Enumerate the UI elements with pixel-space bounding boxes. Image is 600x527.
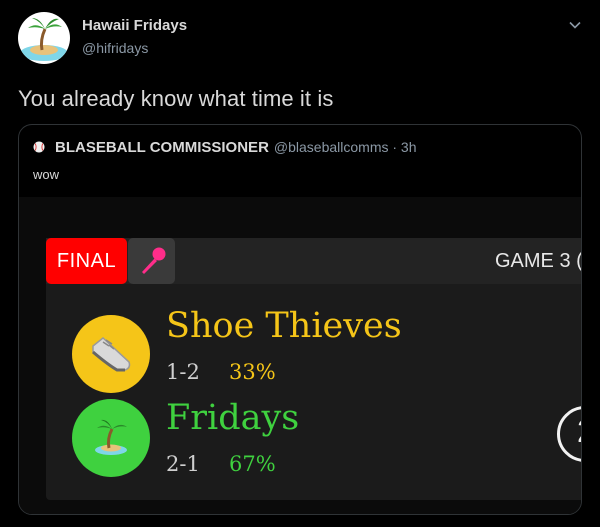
island-icon xyxy=(20,18,68,61)
author-name[interactable]: Hawaii Fridays xyxy=(82,17,187,34)
team-name: Fridays xyxy=(166,398,300,438)
team-record: 1-2 xyxy=(166,360,200,384)
team-win-pct: 33% xyxy=(229,360,276,384)
quoted-tweet-text: wow xyxy=(33,167,60,182)
final-badge: FINAL xyxy=(46,238,127,284)
quoted-tweet-header: BLASEBALL COMMISSIONER @blaseballcomms ·… xyxy=(33,138,417,156)
author-avatar[interactable] xyxy=(18,12,70,64)
quoted-media-image[interactable]: FINAL GAME 3 ( Shoe Thieves 1-2 33% Frid… xyxy=(19,197,582,514)
team-record: 2-1 xyxy=(166,452,200,476)
microphone-icon xyxy=(141,247,165,274)
score-digit: 2 xyxy=(577,413,581,450)
tweet-text: You already know what time it is xyxy=(18,86,334,111)
quoted-tweet[interactable]: BLASEBALL COMMISSIONER @blaseballcomms ·… xyxy=(18,124,582,515)
game-card: FINAL GAME 3 ( Shoe Thieves 1-2 33% Frid… xyxy=(46,238,582,500)
island-icon xyxy=(95,419,127,455)
fridays-logo xyxy=(72,399,150,477)
quoted-author-handle-time: @blaseballcomms · 3h xyxy=(273,139,417,155)
shoe-thieves-logo xyxy=(72,315,150,393)
mic-button xyxy=(128,238,175,284)
chevron-down-icon[interactable] xyxy=(568,18,582,32)
sneaker-icon xyxy=(92,337,131,372)
author-handle[interactable]: @hifridays xyxy=(82,40,148,56)
team-win-pct: 67% xyxy=(229,452,276,476)
game-label: GAME 3 ( xyxy=(495,250,582,272)
team-name: Shoe Thieves xyxy=(166,306,402,346)
quoted-author-name: BLASEBALL COMMISSIONER xyxy=(55,138,269,156)
baseball-icon xyxy=(33,141,45,153)
